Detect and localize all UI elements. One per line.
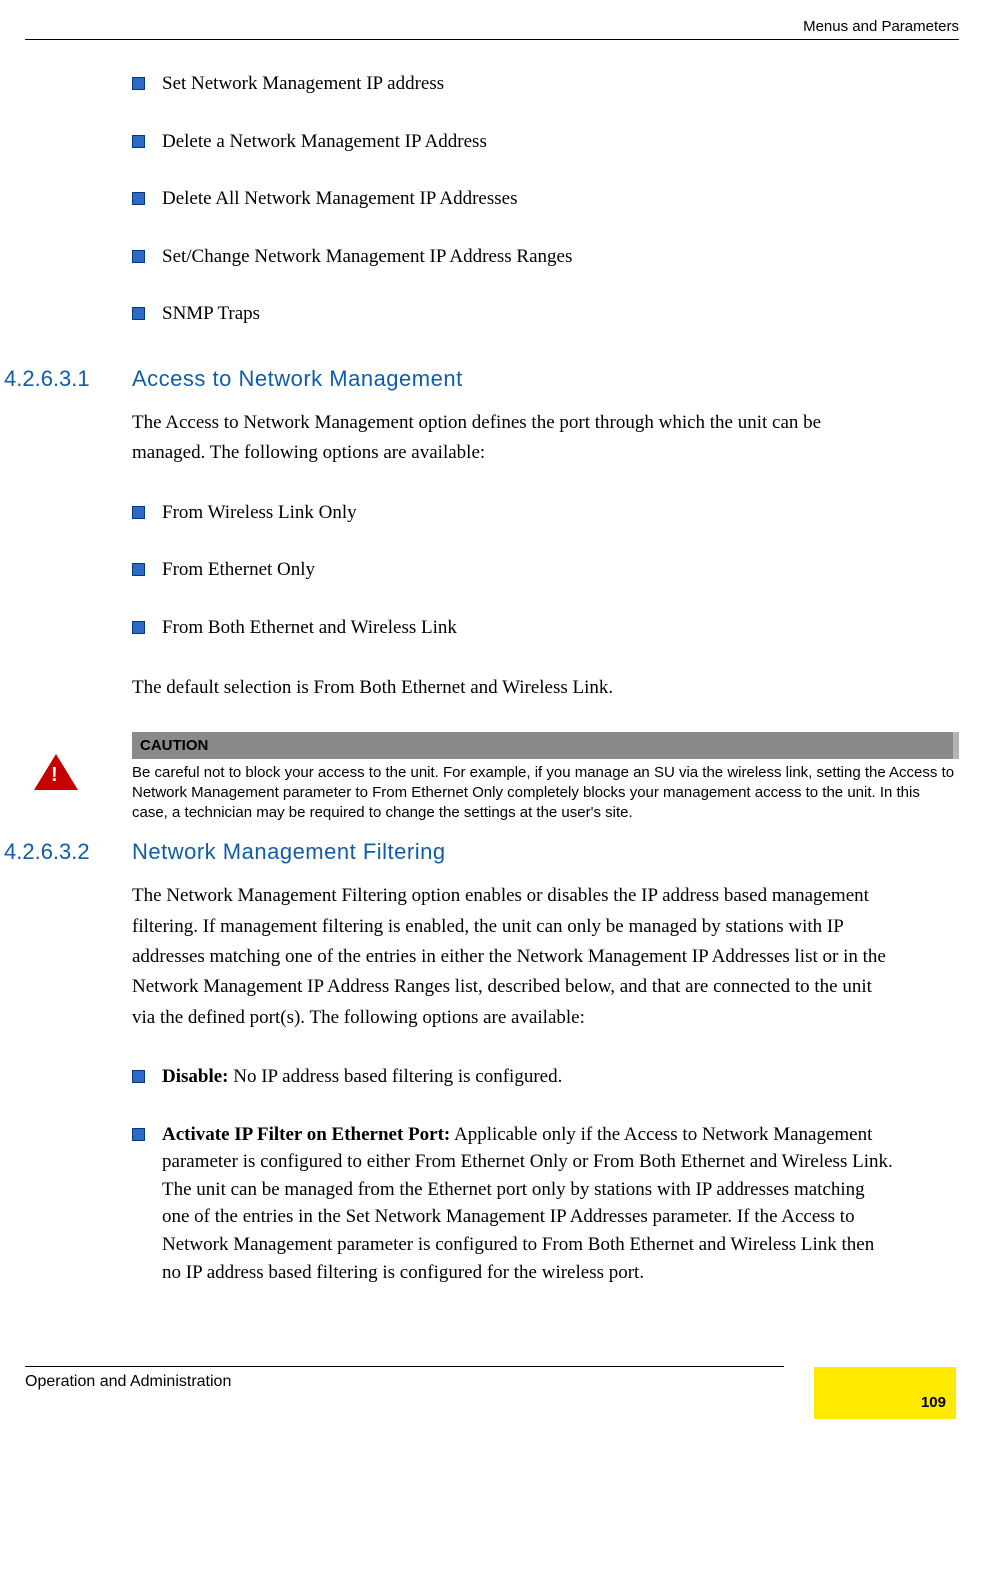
section-title: Network Management Filtering: [132, 839, 446, 865]
option-rest: Applicable only if the Access to Network…: [162, 1124, 893, 1283]
list-item: Delete All Network Management IP Address…: [132, 185, 894, 213]
section-intro: The Network Management Filtering option …: [132, 881, 894, 1033]
section-heading: 4.2.6.3.2 Network Management Filtering: [4, 839, 894, 865]
caution-block: CAUTION Be careful not to block your acc…: [4, 732, 894, 824]
options-list: Disable: No IP address based filtering i…: [132, 1063, 894, 1286]
option-rest: No IP address based filtering is configu…: [229, 1066, 563, 1087]
footer-doc-title: Operation and Administration: [0, 1367, 814, 1419]
section-number: 4.2.6.3.1: [4, 366, 132, 392]
intro-list: Set Network Management IP address Delete…: [132, 70, 894, 328]
list-item: From Ethernet Only: [132, 556, 894, 584]
caution-label: CAUTION: [132, 732, 959, 759]
page-footer: Operation and Administration 109: [0, 1366, 984, 1419]
caution-icon: [34, 754, 78, 790]
list-item: Set Network Management IP address: [132, 70, 894, 98]
page-number-block: 109: [814, 1367, 956, 1419]
section-heading: 4.2.6.3.1 Access to Network Management: [4, 366, 894, 392]
list-item: From Wireless Link Only: [132, 499, 894, 527]
list-item: SNMP Traps: [132, 300, 894, 328]
default-text: The default selection is From Both Ether…: [132, 673, 894, 703]
option-bold: Disable:: [162, 1066, 229, 1087]
list-item: From Both Ethernet and Wireless Link: [132, 614, 894, 642]
page-header: Menus and Parameters: [25, 18, 959, 40]
list-item: Set/Change Network Management IP Address…: [132, 243, 894, 271]
section-number: 4.2.6.3.2: [4, 839, 132, 865]
list-item: Delete a Network Management IP Address: [132, 128, 894, 156]
caution-text: Be careful not to block your access to t…: [132, 759, 959, 824]
list-item: Disable: No IP address based filtering i…: [132, 1063, 894, 1091]
options-list: From Wireless Link Only From Ethernet On…: [132, 499, 894, 642]
option-bold: Activate IP Filter on Ethernet Port:: [162, 1124, 450, 1145]
list-item: Activate IP Filter on Ethernet Port: App…: [132, 1121, 894, 1286]
section-title: Access to Network Management: [132, 366, 463, 392]
page-number: 109: [921, 1394, 946, 1411]
section-intro: The Access to Network Management option …: [132, 408, 894, 469]
